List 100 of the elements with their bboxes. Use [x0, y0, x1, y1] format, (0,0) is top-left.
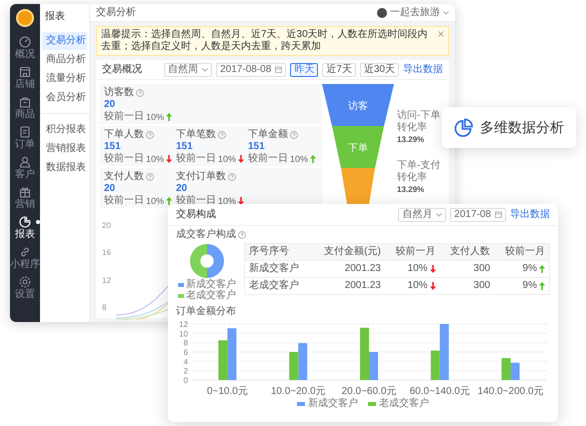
sidebar-item[interactable]: 报表 — [10, 216, 40, 240]
menu-item[interactable]: 营销报表 — [42, 140, 87, 158]
menu-item[interactable]: 数据报表 — [42, 159, 87, 177]
axis-tick-label: 20 — [102, 220, 112, 232]
column-header: 支付金额(元) — [311, 244, 385, 260]
change-value: 10% — [218, 153, 236, 165]
range-button[interactable]: 近7天 — [322, 62, 356, 76]
menu-title: 报表 — [44, 10, 66, 24]
table-cell: 2001.23 — [311, 260, 385, 278]
sidebar-item[interactable]: 客户 — [10, 156, 40, 180]
axis-tick-label: 6 — [184, 348, 188, 357]
sidebar-item[interactable]: 店铺 — [10, 66, 40, 90]
column-header: 较前一月 — [494, 244, 550, 260]
date-field[interactable]: 2017-08 — [450, 208, 506, 222]
metric-value: 151 — [176, 141, 194, 152]
section-title: 成交客户构成 — [176, 229, 236, 241]
axis-category-label: 20.0~60.0元 — [342, 386, 396, 397]
menu-item[interactable]: 积分报表 — [42, 121, 87, 139]
menu-item[interactable]: 流量分析 — [42, 70, 87, 88]
change-value: 10% — [146, 195, 164, 207]
bar — [502, 358, 511, 380]
funnel-label: 下单 — [348, 143, 368, 154]
metric-label: 下单笔数 — [176, 129, 216, 141]
link-icon — [19, 246, 31, 258]
range-button[interactable]: 近30天 — [360, 62, 399, 76]
compare-label: 较前一日 — [248, 153, 288, 165]
range-button[interactable]: 昨天 — [290, 62, 318, 76]
change-value: 10% — [218, 195, 236, 207]
sidebar-item[interactable]: 小程序 — [10, 246, 40, 270]
conversion-label: 下单-支付转化率 — [397, 160, 442, 184]
gear-icon — [19, 276, 31, 288]
period-dropdown[interactable]: 自然周 — [164, 62, 212, 76]
compare-label: 较前一日 — [176, 195, 216, 207]
menu-item[interactable]: 会员分析 — [42, 89, 87, 107]
caret-icon — [436, 212, 442, 216]
compare-label: 较前一日 — [104, 195, 144, 207]
axis-tick-label: 16 — [102, 247, 112, 260]
help-icon — [146, 131, 154, 139]
compare-label: 较前一日 — [176, 153, 216, 165]
sidebar-item[interactable]: 概况 — [10, 36, 40, 60]
axis-tick-label: 12 — [102, 274, 112, 287]
help-icon — [146, 173, 154, 181]
user-name[interactable]: 一起去旅游 — [390, 6, 440, 18]
donut-chart-drawing — [188, 243, 226, 279]
sidebar-item[interactable]: 商品 — [10, 96, 40, 120]
legend-label: 老成交客户 — [186, 290, 236, 301]
axis-category-label: 140.0~200.0元 — [478, 386, 544, 397]
column-header: 较前一月 — [384, 244, 440, 260]
legend-label: 老成交客户 — [379, 398, 429, 410]
bar — [289, 352, 298, 380]
table-cell: 10% — [408, 263, 428, 275]
gift-icon — [19, 186, 31, 198]
calendar-icon — [495, 211, 502, 218]
logo-icon — [16, 9, 34, 27]
page-title: 交易分析 — [96, 6, 136, 18]
axis-category-label: 10.0~20.0元 — [270, 386, 326, 397]
export-link[interactable]: 导出数据 — [403, 64, 443, 76]
axis-category-label: 0~10.0元 — [206, 386, 248, 397]
menu-item[interactable]: 交易分析 — [42, 32, 87, 50]
store-icon — [19, 66, 31, 78]
help-icon — [136, 89, 144, 97]
column-header: 序号序号 — [244, 244, 312, 260]
sidebar-item[interactable]: 营销 — [10, 186, 40, 210]
card-title: 交易概况 — [102, 64, 142, 76]
table-cell: 2001.23 — [311, 278, 385, 294]
metric-label: 访客数 — [104, 87, 134, 99]
compare-label: 较前一日 — [104, 111, 144, 123]
metric-value: 20 — [104, 99, 116, 110]
axis-tick-label: 4 — [184, 357, 188, 366]
axis-category-label: 60.0~140.0元 — [410, 386, 470, 397]
axis-tick-label: 8 — [102, 302, 108, 314]
help-icon — [238, 231, 246, 239]
table-cell: 老成交客户 — [244, 278, 312, 294]
table-cell: 300 — [440, 278, 494, 294]
person-icon — [19, 156, 31, 168]
axis-tick-label: 10 — [179, 329, 188, 338]
close-icon[interactable] — [438, 31, 444, 37]
sidebar-item[interactable]: 设置 — [10, 276, 40, 300]
calendar-icon — [275, 66, 282, 73]
period-dropdown[interactable]: 自然月 — [398, 208, 446, 222]
table-cell: 新成交客户 — [244, 260, 312, 278]
help-icon — [228, 173, 236, 181]
chart-title: 订单金额分布 — [176, 306, 236, 318]
bar — [510, 362, 520, 380]
gauge-icon — [19, 36, 31, 48]
card-title: 交易构成 — [176, 208, 216, 220]
bar — [218, 340, 228, 380]
metric-value: 20 — [176, 183, 188, 194]
metric-label: 下单人数 — [104, 129, 144, 141]
metric-value: 151 — [104, 141, 122, 152]
conversion-rate: 13.29% — [397, 134, 426, 146]
sidebar-item[interactable]: 订单 — [10, 126, 40, 150]
export-link[interactable]: 导出数据 — [510, 208, 550, 220]
feature-label: 多维数据分析 — [480, 118, 564, 136]
menu-item[interactable]: 商品分析 — [42, 51, 87, 69]
funnel-label: 访客 — [348, 101, 368, 112]
caret-icon — [443, 10, 449, 14]
column-header: 支付人数 — [440, 244, 494, 260]
table-cell: 9% — [522, 263, 537, 275]
date-field[interactable]: 2017-08-08 — [216, 62, 286, 76]
